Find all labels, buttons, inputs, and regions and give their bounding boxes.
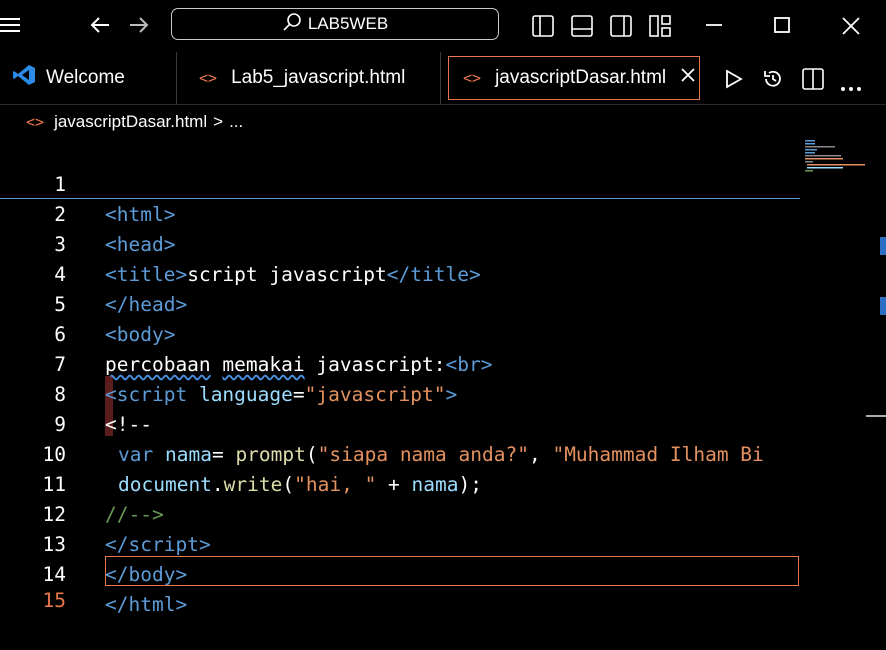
tab-javascriptdasar[interactable]: <> javascriptDasar.html (448, 56, 700, 100)
tab-welcome[interactable]: Welcome (0, 52, 177, 104)
search-icon (282, 12, 302, 37)
toggle-secondary-sidebar-icon[interactable] (610, 15, 632, 40)
code-line: 9 var nama= prompt("siapa nama anda?", "… (0, 380, 800, 466)
code-line: 11 //--> (0, 440, 800, 526)
code-line: 10 document.write("hai, " + nama); (0, 410, 800, 496)
close-tab-icon[interactable] (680, 67, 696, 89)
code-editor[interactable]: 1 <html> 2 <head> 3 <title>script javasc… (0, 140, 886, 636)
code-line: 8 <!-- (0, 350, 800, 436)
breadcrumb-file[interactable]: javascriptDasar.html (54, 112, 207, 132)
code-line: 4 </head> (0, 230, 800, 316)
overview-marker (866, 415, 886, 417)
overview-marker (880, 237, 886, 255)
customize-layout-icon[interactable] (649, 15, 671, 40)
toggle-primary-sidebar-icon[interactable] (532, 15, 554, 40)
tab-label: javascriptDasar.html (495, 67, 667, 88)
minimize-icon[interactable] (704, 15, 724, 38)
tab-label: Welcome (46, 67, 125, 88)
maximize-icon[interactable] (773, 16, 793, 39)
back-icon[interactable] (89, 15, 111, 38)
tab-label: Lab5_javascript.html (231, 67, 406, 88)
history-icon[interactable] (762, 68, 784, 94)
code-line: 12 </script> (0, 470, 800, 556)
menu-icon[interactable] (0, 15, 22, 38)
more-actions-icon[interactable] (840, 77, 862, 96)
run-icon[interactable] (724, 69, 744, 93)
toggle-panel-icon[interactable] (571, 15, 593, 40)
code-line: 2 <head> (0, 170, 800, 256)
code-icon: <> (199, 69, 218, 87)
breadcrumb-separator: > (213, 112, 224, 131)
code-line: 7 <script language="javascript"> (0, 320, 800, 406)
line-number: 15 (42, 589, 66, 612)
tab-lab5-javascript[interactable]: <> Lab5_javascript.html (177, 52, 441, 104)
close-window-icon[interactable] (841, 16, 861, 39)
code-token: html (128, 593, 176, 616)
code-line: 15 (0, 556, 800, 612)
breadcrumb-more[interactable]: ... (229, 112, 243, 132)
vertical-scrollbar[interactable] (866, 140, 886, 636)
forward-icon[interactable] (128, 15, 150, 38)
search-input[interactable]: LAB5WEB (171, 8, 499, 40)
vscode-icon (12, 63, 36, 93)
code-line: 5 <body> (0, 260, 800, 346)
search-label: LAB5WEB (307, 14, 389, 33)
split-editor-icon[interactable] (802, 68, 824, 94)
code-icon: <> (26, 113, 45, 131)
code-line: 3 <title>script javascript</title> (0, 200, 800, 286)
code-icon: <> (463, 69, 482, 87)
title-bar: LAB5WEB (0, 0, 886, 52)
breadcrumb: <> javascriptDasar.html > ... (0, 104, 886, 140)
minimap[interactable] (805, 140, 867, 180)
code-line: 1 <html> (0, 140, 800, 226)
overview-marker (880, 297, 886, 315)
tab-bar: Welcome <> Lab5_javascript.html <> javas… (0, 52, 886, 105)
code-line: 13 </body> (0, 500, 800, 586)
code-line: 6 percobaan memakai javascript:<br> (0, 290, 800, 376)
